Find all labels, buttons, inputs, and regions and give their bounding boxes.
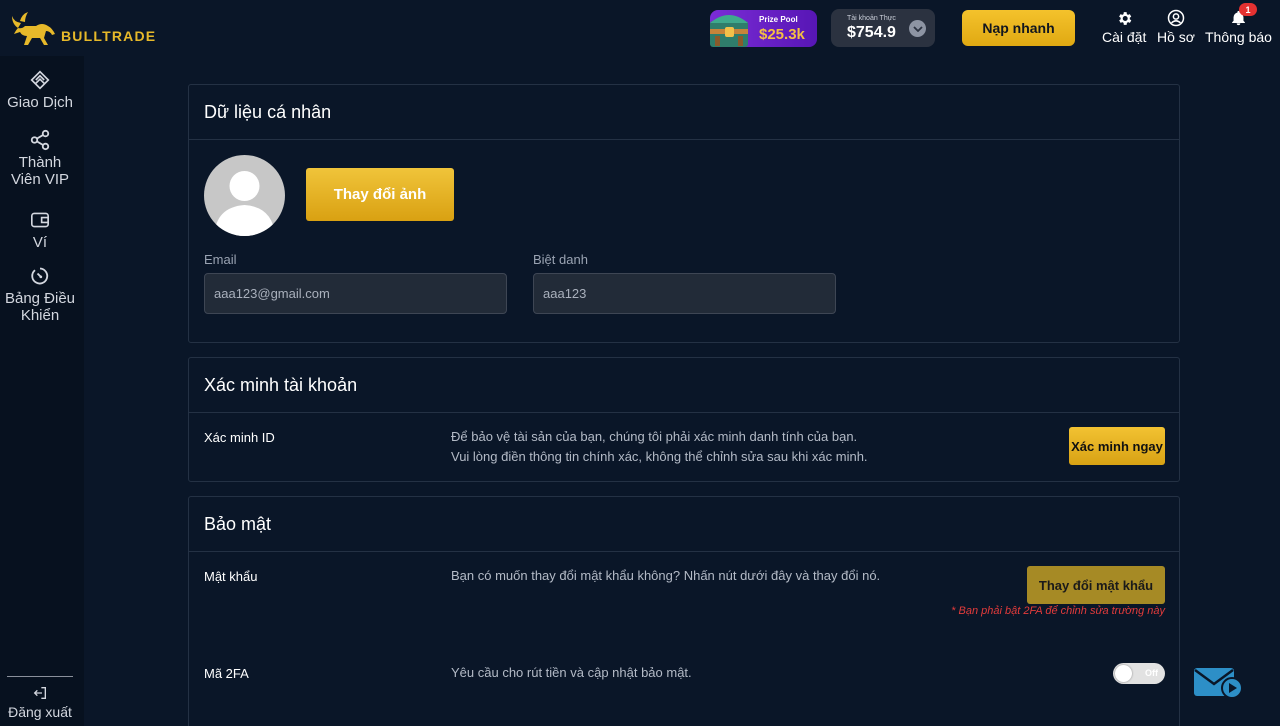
prize-pool-label: Prize Pool [759,15,798,24]
twofa-toggle[interactable]: Off [1113,663,1165,684]
account-type-label: Tài khoản Thực [847,15,896,22]
trade-icon [30,68,50,92]
sidebar: Giao Dịch Thành Viên VIP Ví Bảng Điều Kh… [0,56,84,726]
security-title: Bảo mật [189,497,1179,552]
verify-description-line: Vui lòng điền thông tin chính xác, không… [451,449,868,464]
logout-icon [32,684,48,702]
settings-button[interactable]: Cài đặt [1102,8,1146,45]
account-balance: $754.9 [847,24,896,41]
profile-button[interactable]: Hồ sơ [1157,8,1195,45]
share-icon [29,128,51,152]
verify-description-line: Để bảo vệ tài sản của bạn, chúng tôi phả… [451,429,858,444]
notifications-label: Thông báo [1205,29,1272,45]
sidebar-item-trade[interactable]: Giao Dịch [0,68,80,111]
user-circle-icon [1167,8,1185,28]
treasure-chest-icon [710,15,748,47]
chevron-down-icon[interactable] [909,20,926,37]
verify-description: Để bảo vệ tài sản của bạn, chúng tôi phả… [451,427,868,467]
logout-label: Đăng xuất [8,704,72,720]
email-label: Email [204,252,237,267]
dashboard-icon [30,264,50,288]
personal-data-title: Dữ liệu cá nhân [189,85,1179,140]
personal-data-card: Dữ liệu cá nhân Thay đổi ảnh Email Biệt … [188,84,1180,343]
change-password-button[interactable]: Thay đổi mật khẩu [1027,566,1165,604]
prize-pool-value: $25.3k [759,26,805,43]
profile-label: Hồ sơ [1157,29,1195,45]
sidebar-item-label: Ví [32,234,48,251]
top-header: BULLTRADE Prize Pool $25.3k Tài khoản Th… [0,0,1280,56]
change-photo-button[interactable]: Thay đổi ảnh [306,168,454,221]
account-verification-card: Xác minh tài khoản Xác minh ID Để bảo vệ… [188,357,1180,482]
logo[interactable]: BULLTRADE [8,8,156,48]
avatar [204,155,285,236]
toggle-knob [1115,665,1132,682]
sidebar-item-vip[interactable]: Thành Viên VIP [0,128,80,188]
nickname-field[interactable] [533,273,836,314]
sidebar-item-label: Thành Viên VIP [10,154,70,188]
wallet-icon [30,208,50,232]
quick-deposit-button[interactable]: Nạp nhanh [962,10,1075,46]
verification-title: Xác minh tài khoản [189,358,1179,413]
sidebar-item-dashboard[interactable]: Bảng Điều Khiển [0,264,80,324]
bull-logo-icon [12,12,55,45]
twofa-description: Yêu cầu cho rút tiền và cập nhật bảo mật… [451,665,692,680]
prize-pool-banner[interactable]: Prize Pool $25.3k [710,10,817,47]
sidebar-item-wallet[interactable]: Ví [0,208,80,251]
email-field[interactable] [204,273,507,314]
toggle-state-label: Off [1145,668,1158,678]
verify-id-label: Xác minh ID [204,430,275,445]
settings-label: Cài đặt [1102,29,1147,45]
mail-support-icon[interactable] [1192,664,1244,704]
brand-name: BULLTRADE [61,28,157,44]
password-description: Bạn có muốn thay đổi mật khẩu không? Nhấ… [451,568,881,583]
notification-count-badge: 1 [1239,3,1257,16]
user-silhouette-icon [214,171,275,236]
gear-icon [1116,8,1133,28]
verify-now-button[interactable]: Xác minh ngay [1069,427,1165,465]
sidebar-item-label: Giao Dịch [7,94,73,111]
security-card: Bảo mật Mật khẩu Bạn có muốn thay đổi mậ… [188,496,1180,726]
password-label: Mật khẩu [204,569,258,584]
sidebar-item-label: Bảng Điều Khiển [4,290,76,324]
twofa-label: Mã 2FA [204,666,249,681]
nickname-label: Biệt danh [533,252,588,267]
logout-button[interactable]: Đăng xuất [0,684,80,721]
sidebar-divider [7,676,73,677]
account-selector[interactable]: Tài khoản Thực $754.9 [831,9,935,47]
password-2fa-warning: * Bạn phải bật 2FA để chỉnh sửa trường n… [951,605,1165,617]
notifications-button[interactable]: 1 Thông báo [1205,3,1272,45]
